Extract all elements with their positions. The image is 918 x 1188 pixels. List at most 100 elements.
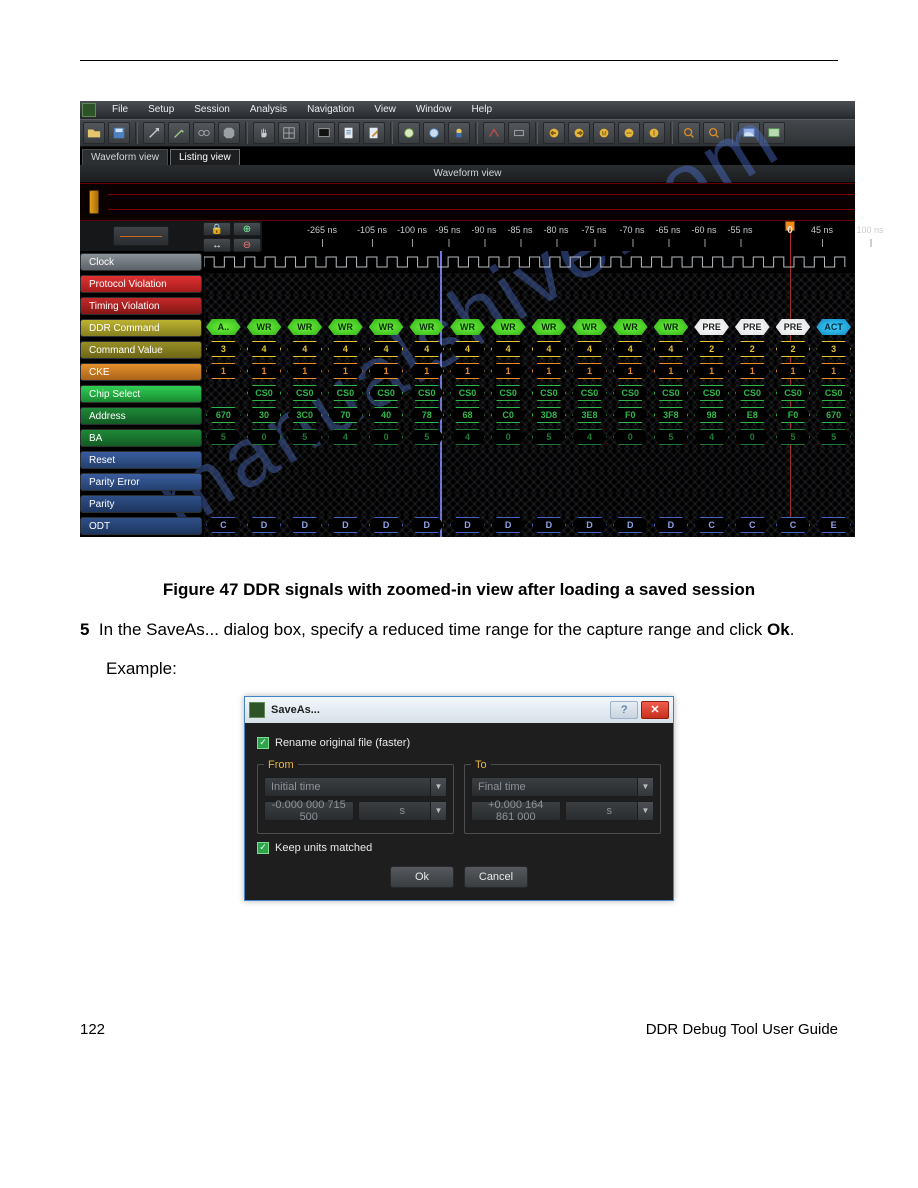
dialog-titlebar[interactable]: SaveAs... ? ✕	[245, 697, 673, 723]
rename-checkbox[interactable]: ✓ Rename original file (faster)	[257, 737, 661, 749]
nav4-icon[interactable]	[618, 122, 640, 144]
grid-icon[interactable]	[278, 122, 300, 144]
nav5-icon[interactable]	[643, 122, 665, 144]
menu-navigation[interactable]: Navigation	[297, 101, 364, 119]
nav1-icon[interactable]	[543, 122, 565, 144]
tab-waveform[interactable]: Waveform view	[82, 149, 168, 165]
signal-label[interactable]: CKE	[80, 363, 202, 381]
signal-label[interactable]: Command Value	[80, 341, 202, 359]
bus-cell: 0	[735, 429, 770, 445]
signal-label[interactable]: ODT	[80, 517, 202, 535]
signal-lane[interactable]	[204, 251, 855, 273]
from-group: From Initial time▼ -0.000 000 715 500 s▼	[257, 759, 454, 834]
bus-cell: 40	[369, 407, 404, 423]
signal-lane[interactable]	[204, 449, 855, 471]
signal-label[interactable]: BA	[80, 429, 202, 447]
open-icon[interactable]	[83, 122, 105, 144]
signal-rows: Clock Protocol Violation Timing Violation D…	[80, 251, 855, 537]
a1-icon[interactable]	[398, 122, 420, 144]
signal-label[interactable]: Parity	[80, 495, 202, 513]
ctrl-zoomout-icon[interactable]: ⊖	[233, 238, 261, 252]
row-protocol: Protocol Violation	[80, 273, 855, 295]
keep-units-checkbox[interactable]: ✓ Keep units matched	[257, 842, 661, 854]
bus-cell: F0	[776, 407, 811, 423]
link-icon[interactable]	[193, 122, 215, 144]
help-button[interactable]: ?	[610, 701, 638, 719]
signal-lane[interactable]: 3444444444442223	[204, 339, 855, 361]
find2-icon[interactable]	[703, 122, 725, 144]
nav3-icon[interactable]: M	[593, 122, 615, 144]
probe-icon[interactable]	[168, 122, 190, 144]
menu-setup[interactable]: Setup	[138, 101, 184, 119]
cancel-button[interactable]: Cancel	[464, 866, 528, 888]
from-unit-select[interactable]: s▼	[358, 801, 448, 821]
range-button[interactable]	[80, 221, 202, 251]
a5-icon[interactable]	[508, 122, 530, 144]
signal-lane[interactable]	[204, 493, 855, 515]
from-value-input[interactable]: -0.000 000 715 500	[264, 801, 354, 821]
menubar: File Setup Session Analysis Navigation V…	[80, 101, 855, 119]
menu-session[interactable]: Session	[184, 101, 240, 119]
ctrl-zoomin-icon[interactable]: ⊕	[233, 222, 261, 236]
signal-label[interactable]: Parity Error	[80, 473, 202, 491]
signal-lane[interactable]	[204, 295, 855, 317]
ctrl-lock-icon[interactable]: 🔒	[203, 222, 231, 236]
signal-label[interactable]: DDR Command	[80, 319, 202, 337]
signal-lane[interactable]: CDDDDDDDDDDDCCCE	[204, 515, 855, 537]
bus-cell: PRE	[776, 319, 811, 335]
edit-icon[interactable]	[363, 122, 385, 144]
signal-lane[interactable]: CS0CS0CS0CS0CS0CS0CS0CS0CS0CS0CS0CS0CS0C…	[204, 383, 855, 405]
screen-icon[interactable]	[313, 122, 335, 144]
menu-view[interactable]: View	[364, 101, 406, 119]
signal-lane[interactable]: 1111111111111111	[204, 361, 855, 383]
signal-lane[interactable]	[204, 273, 855, 295]
bus-cell: 5	[776, 429, 811, 445]
tab-listing[interactable]: Listing view	[170, 149, 240, 165]
bus-cell: 4	[247, 341, 282, 357]
to-mode-select[interactable]: Final time▼	[471, 777, 654, 797]
check-icon: ✓	[257, 737, 269, 749]
signal-label[interactable]: Timing Violation	[80, 297, 202, 315]
bus-cell: 5	[409, 429, 444, 445]
signal-label[interactable]: Chip Select	[80, 385, 202, 403]
a3-icon[interactable]	[448, 122, 470, 144]
dialog-app-icon	[249, 702, 265, 718]
a4-icon[interactable]	[483, 122, 505, 144]
a2-icon[interactable]	[423, 122, 445, 144]
ctrl-pan-icon[interactable]: ↔	[203, 238, 231, 252]
menu-window[interactable]: Window	[406, 101, 462, 119]
signal-lane[interactable]: 670303C070407868C03D83E8F03F898E8F0670	[204, 405, 855, 427]
from-mode-select[interactable]: Initial time▼	[264, 777, 447, 797]
save-icon[interactable]	[108, 122, 130, 144]
signal-label[interactable]: Reset	[80, 451, 202, 469]
row-reset: Reset	[80, 449, 855, 471]
to-value-input[interactable]: +0.000 164 861 000	[471, 801, 561, 821]
signal-label[interactable]: Address	[80, 407, 202, 425]
signal-lane[interactable]: A..WRWRWRWRWRWRWRWRWRWRWRPREPREPREACT	[204, 317, 855, 339]
bus-cell: 1	[654, 363, 689, 379]
find1-icon[interactable]	[678, 122, 700, 144]
signal-label[interactable]: Protocol Violation	[80, 275, 202, 293]
signal-lane[interactable]	[204, 471, 855, 493]
menu-analysis[interactable]: Analysis	[240, 101, 297, 119]
menu-help[interactable]: Help	[461, 101, 502, 119]
bus-cell: C	[206, 517, 241, 533]
signal-label[interactable]: Clock	[80, 253, 202, 271]
bus-cell: 1	[287, 363, 322, 379]
ok-button[interactable]: Ok	[390, 866, 454, 888]
stop-icon[interactable]	[218, 122, 240, 144]
doc-icon[interactable]	[338, 122, 360, 144]
to-unit-select[interactable]: s▼	[565, 801, 655, 821]
nav2-icon[interactable]	[568, 122, 590, 144]
tool-icon[interactable]	[143, 122, 165, 144]
hand-icon[interactable]	[253, 122, 275, 144]
signal-lane[interactable]: 5054054054054055	[204, 427, 855, 449]
from-legend: From	[264, 759, 298, 771]
overview-handle-icon[interactable]	[80, 184, 108, 220]
menu-file[interactable]: File	[102, 101, 138, 119]
close-button[interactable]: ✕	[641, 701, 669, 719]
win2-icon[interactable]	[763, 122, 785, 144]
row-odt: ODTCDDDDDDDDDDDCCCE	[80, 515, 855, 537]
overview-track[interactable]	[80, 183, 855, 221]
win1-icon[interactable]	[738, 122, 760, 144]
